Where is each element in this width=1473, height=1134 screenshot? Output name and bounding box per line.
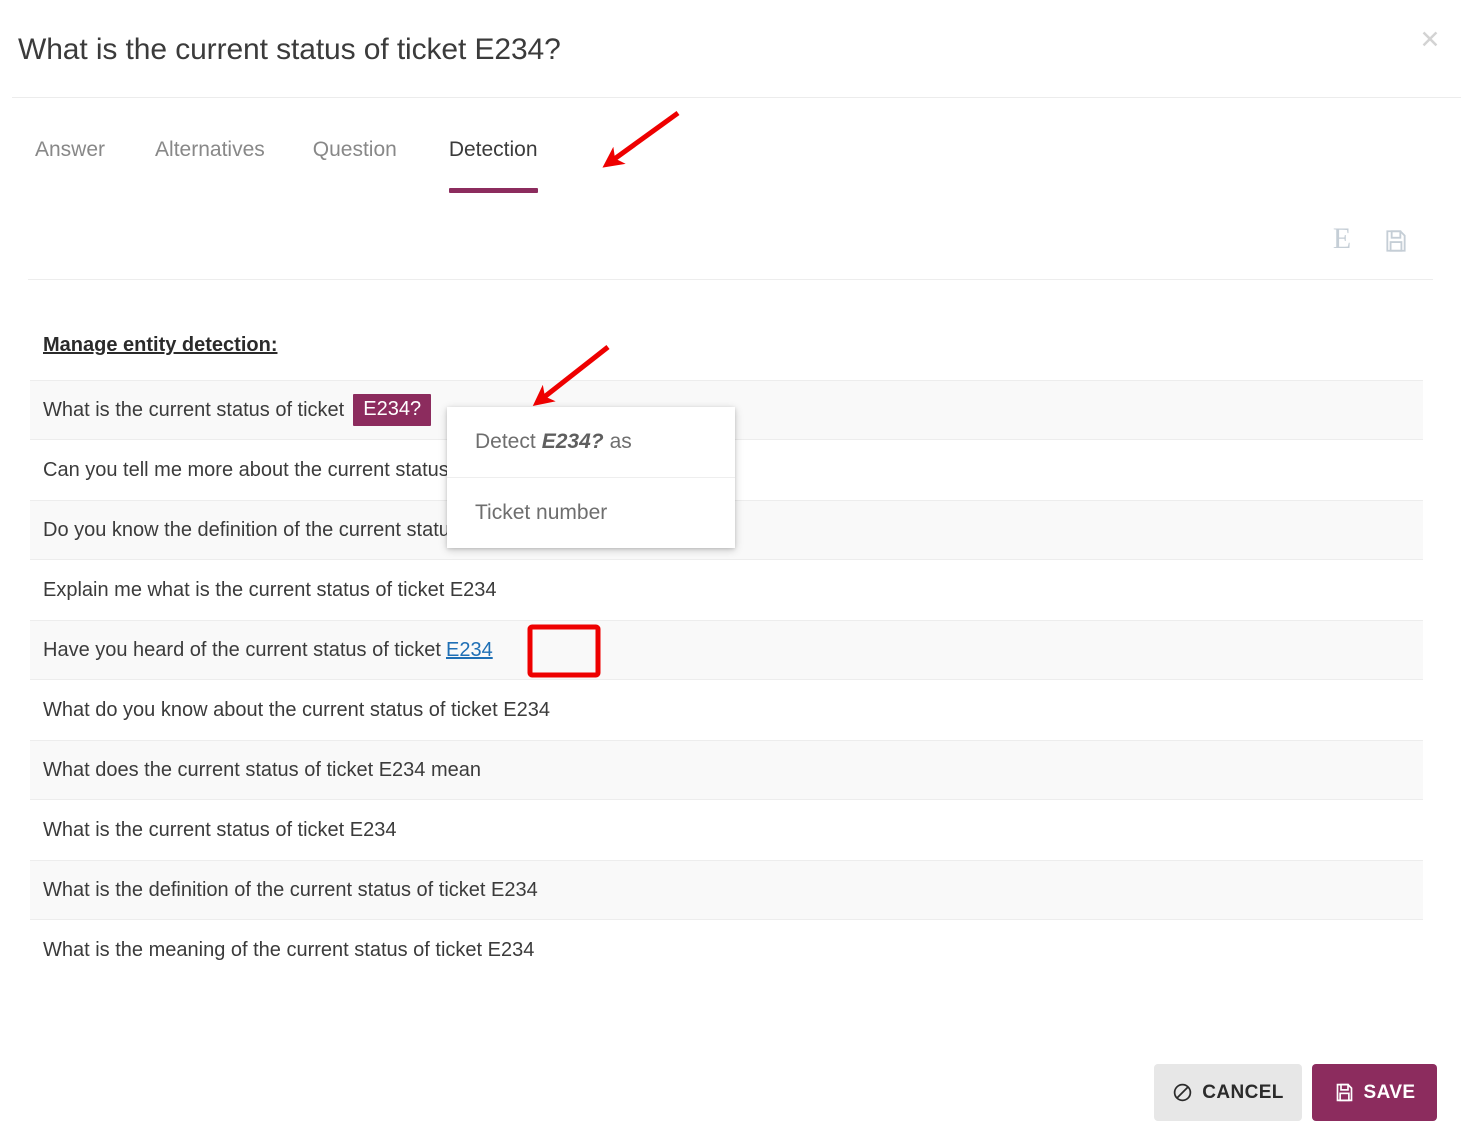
tab-detection-label: Detection <box>448 138 538 161</box>
list-item-text: What is the definition of the current st… <box>43 878 538 901</box>
entity-icon-label: E <box>1332 222 1352 255</box>
detection-modal: What is the current status of ticket E23… <box>0 0 1473 1134</box>
list-item-text: Explain me what is the current status of… <box>43 578 497 601</box>
entity-icon[interactable]: E <box>1325 222 1359 256</box>
list-item[interactable]: What do you know about the current statu… <box>30 680 1423 740</box>
list-item-text: What is the meaning of the current statu… <box>43 938 535 961</box>
cancel-button-label: CANCEL <box>1202 1081 1284 1103</box>
list-item-text: Have you heard of the current status of … <box>43 638 441 661</box>
list-item[interactable]: What does the current status of ticket E… <box>30 740 1423 800</box>
list-item[interactable]: Explain me what is the current status of… <box>30 560 1423 620</box>
detect-popup-suffix: as <box>609 430 632 453</box>
list-item[interactable]: Have you heard of the current status of … <box>30 620 1423 680</box>
page-title: What is the current status of ticket E23… <box>18 33 561 66</box>
tab-answer[interactable]: Answer <box>35 130 105 162</box>
save-icon[interactable] <box>1379 224 1413 258</box>
tab-answer-label: Answer <box>35 138 106 161</box>
detect-popup-option-label: Ticket number <box>475 501 608 524</box>
header-divider <box>12 97 1461 98</box>
list-item-text: What is the current status of ticket <box>43 398 345 421</box>
save-button[interactable]: SAVE <box>1312 1064 1437 1121</box>
tab-question[interactable]: Question <box>313 130 397 162</box>
list-item-text: What is the current status of ticket E23… <box>43 818 397 841</box>
tab-alternatives-label: Alternatives <box>155 138 265 161</box>
toolbar-divider <box>28 279 1433 280</box>
save-button-label: SAVE <box>1363 1081 1416 1103</box>
detect-entity-popup: Detect E234? as Ticket number <box>447 407 735 548</box>
tab-active-underline <box>448 188 538 193</box>
entity-badge[interactable]: E234? <box>353 394 432 426</box>
list-item[interactable]: What is the meaning of the current statu… <box>30 920 1423 980</box>
detect-popup-header: Detect E234? as <box>447 407 735 478</box>
modal-header: What is the current status of ticket E23… <box>0 0 1473 98</box>
tab-question-label: Question <box>312 138 397 161</box>
manage-entity-detection-label: Manage entity detection: <box>43 334 278 356</box>
list-item[interactable]: What is the current status of ticket E23… <box>30 800 1423 860</box>
detect-popup-entity: E234? <box>541 430 604 453</box>
tab-alternatives[interactable]: Alternatives <box>155 130 265 162</box>
tab-bar: Answer Alternatives Question Detection <box>0 130 1473 200</box>
tab-detection[interactable]: Detection <box>448 130 538 193</box>
cancel-button[interactable]: CANCEL <box>1154 1064 1302 1121</box>
list-item-text: What do you know about the current statu… <box>43 698 550 721</box>
list-item-text: What does the current status of ticket E… <box>43 758 482 781</box>
floppy-disk-icon <box>1334 1082 1355 1103</box>
list-item[interactable]: What is the definition of the current st… <box>30 860 1423 920</box>
detect-popup-option-ticket-number[interactable]: Ticket number <box>447 478 735 548</box>
prohibited-icon <box>1172 1082 1193 1103</box>
close-icon[interactable]: ✕ <box>1415 24 1445 54</box>
detect-popup-prefix: Detect <box>475 430 536 453</box>
entity-link[interactable]: E234 <box>446 639 493 662</box>
